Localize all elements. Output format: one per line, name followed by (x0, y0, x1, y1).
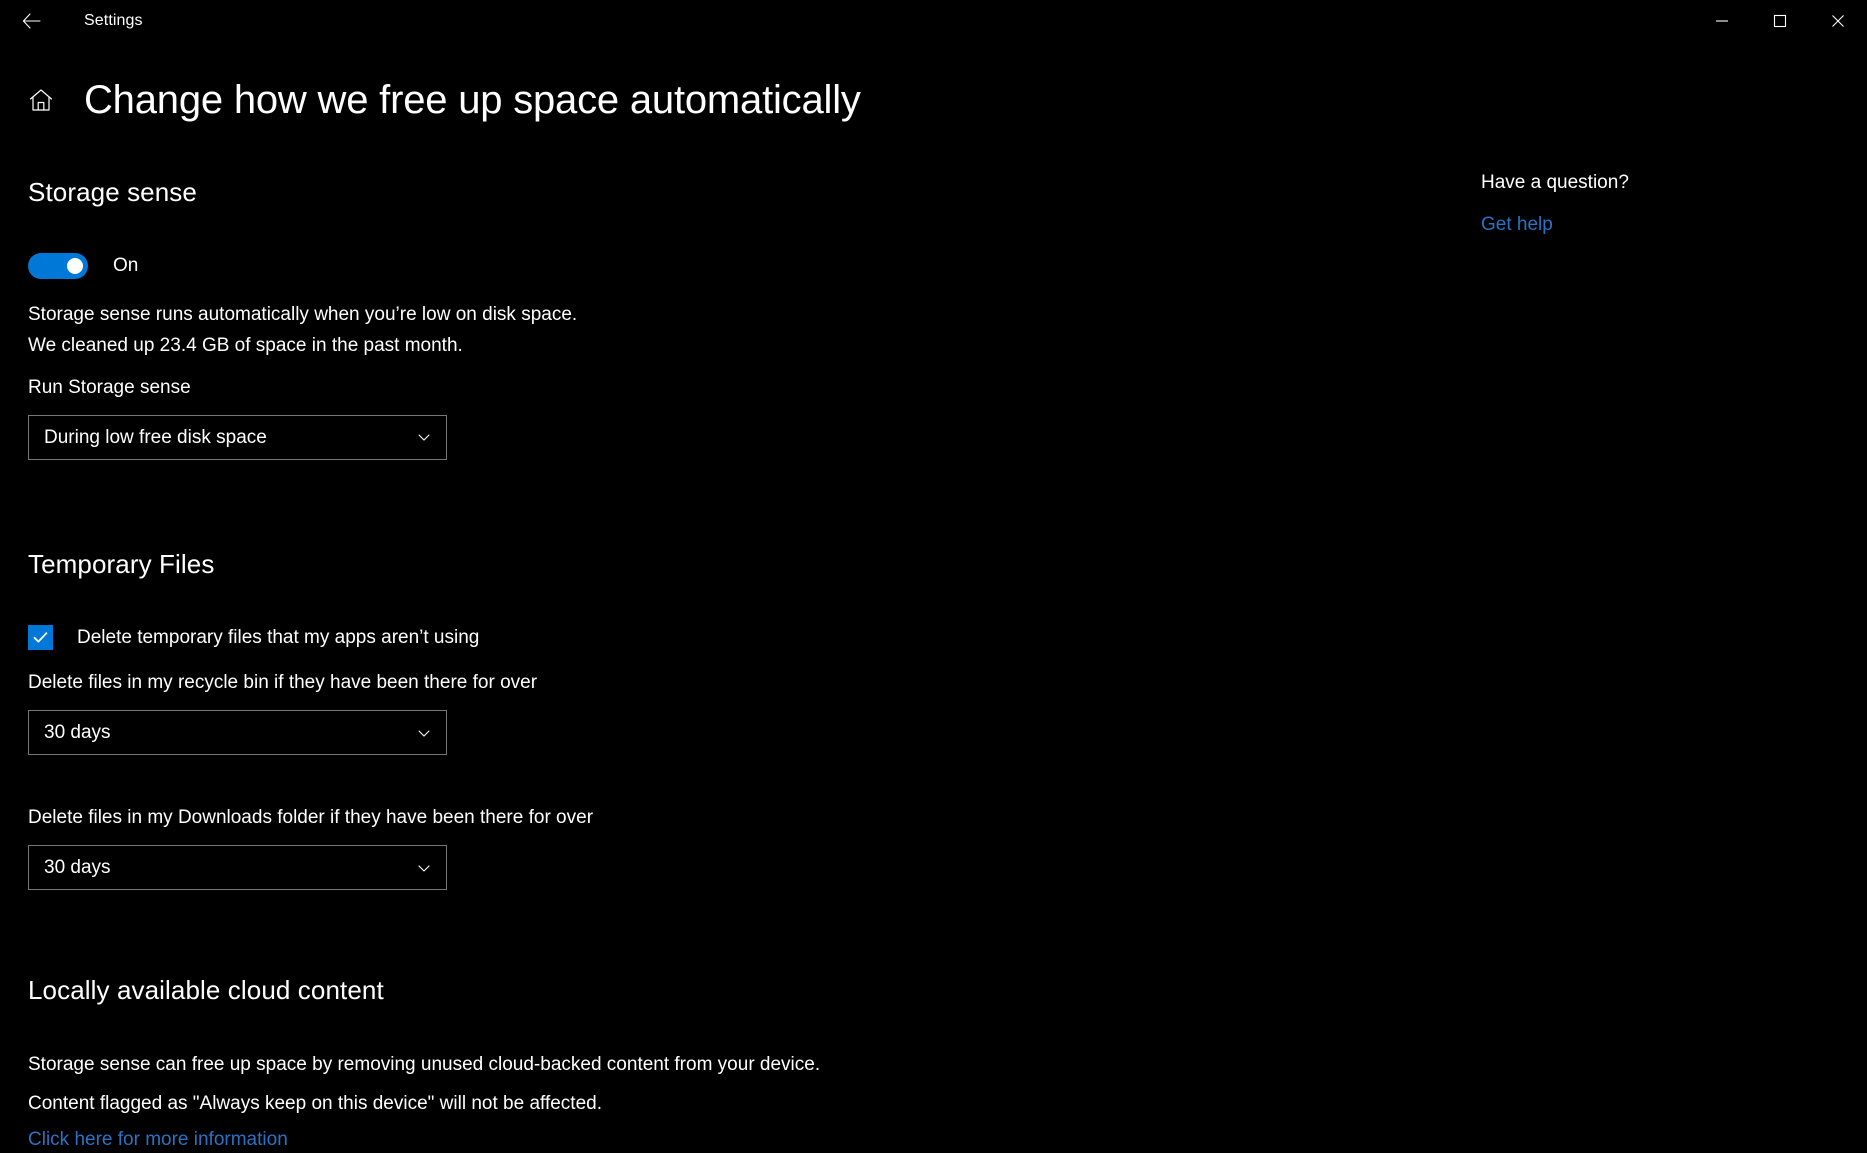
close-icon (1831, 14, 1845, 28)
maximize-button[interactable] (1751, 0, 1809, 42)
cloud-content-line2: Content flagged as "Always keep on this … (28, 1092, 602, 1114)
delete-temp-files-row: Delete temporary files that my apps aren… (28, 622, 1008, 652)
minimize-icon (1715, 14, 1729, 28)
close-button[interactable] (1809, 0, 1867, 42)
delete-temp-files-checkbox[interactable] (28, 624, 53, 650)
chevron-down-icon (416, 725, 432, 741)
right-rail: Have a question? Get help (1481, 170, 1811, 238)
run-storage-sense-label: Run Storage sense (28, 376, 191, 398)
recycle-bin-value: 30 days (44, 722, 111, 744)
temporary-files-heading: Temporary Files (28, 548, 215, 579)
title-bar: Settings (0, 0, 1867, 42)
downloads-folder-value: 30 days (44, 857, 111, 879)
have-a-question-heading: Have a question? (1481, 172, 1629, 193)
recycle-bin-dropdown[interactable]: 30 days (28, 710, 447, 756)
toggle-knob (67, 257, 83, 274)
storage-sense-heading: Storage sense (28, 177, 197, 207)
maximize-icon (1773, 14, 1787, 28)
delete-temp-files-label: Delete temporary files that my apps aren… (77, 626, 480, 648)
back-arrow-icon (20, 9, 44, 33)
run-storage-sense-dropdown[interactable]: During low free disk space (28, 414, 447, 460)
back-button[interactable] (8, 0, 56, 42)
home-icon[interactable] (26, 85, 56, 115)
minimize-button[interactable] (1693, 0, 1751, 42)
downloads-folder-dropdown[interactable]: 30 days (28, 845, 447, 891)
storage-sense-toggle-row: On (28, 251, 1008, 281)
chevron-down-icon (416, 429, 432, 445)
storage-sense-description-line2: We cleaned up 23.4 GB of space in the pa… (28, 334, 463, 356)
get-help-link[interactable]: Get help (1481, 212, 1553, 238)
recycle-bin-label: Delete files in my recycle bin if they h… (28, 672, 538, 694)
window-controls (1693, 0, 1867, 42)
cloud-content-line1: Storage sense can free up space by remov… (28, 1053, 821, 1075)
storage-sense-toggle-state: On (113, 255, 139, 277)
downloads-folder-label: Delete files in my Downloads folder if t… (28, 807, 594, 829)
chevron-down-icon (416, 860, 432, 876)
page-header: Change how we free up space automaticall… (0, 72, 1200, 128)
storage-sense-description-line1: Storage sense runs automatically when yo… (28, 303, 578, 325)
cloud-content-more-info-link[interactable]: Click here for more information (28, 1129, 288, 1150)
storage-sense-toggle[interactable] (28, 252, 88, 279)
cloud-content-heading: Locally available cloud content (28, 975, 384, 1006)
app-title: Settings (84, 12, 143, 29)
page-title: Change how we free up space automaticall… (84, 78, 861, 122)
settings-content: Storage sense On Storage sense runs auto… (28, 178, 1008, 1153)
run-storage-sense-value: During low free disk space (44, 426, 267, 448)
